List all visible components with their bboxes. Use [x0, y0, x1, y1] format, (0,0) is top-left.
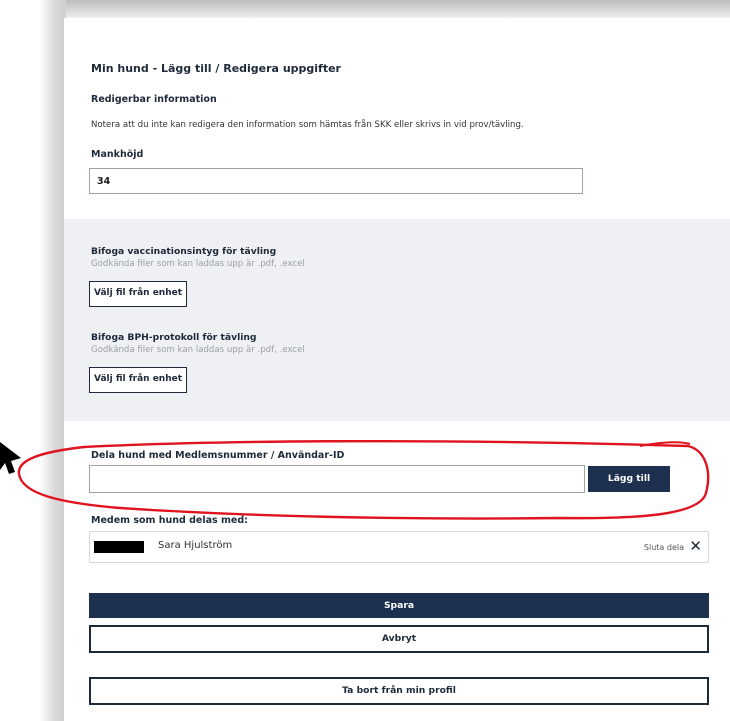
share-label: Dela hund med Medlemsnummer / Användar-I… [91, 450, 345, 461]
cancel-button[interactable]: Avbryt [89, 625, 709, 653]
page-title: Min hund - Lägg till / Redigera uppgifte… [91, 62, 341, 75]
section-title: Redigerbar information [91, 94, 217, 105]
height-input[interactable]: 34 [89, 168, 583, 194]
vaccination-hint: Godkända filer som kan laddas upp är .pd… [91, 259, 305, 269]
member-name: Sara Hjulström [158, 540, 233, 551]
close-icon[interactable]: ✕ [689, 537, 702, 555]
vaccination-title: Bifoga vaccinationsintyg för tävling [91, 246, 277, 257]
shared-member-row: Sara Hjulström Sluta dela ✕ [89, 531, 709, 563]
bph-title: Bifoga BPH-protokoll för tävling [91, 332, 257, 343]
window-shadow-left [40, 0, 66, 721]
bph-file-button[interactable]: Välj fil från enhet [89, 367, 187, 393]
remove-from-profile-button[interactable]: Ta bort från min profil [89, 677, 709, 705]
redacted-block [94, 541, 144, 553]
share-id-input[interactable] [89, 465, 585, 493]
bph-hint: Godkända filer som kan laddas upp är .pd… [91, 345, 305, 355]
pointer-arrow-icon [0, 442, 21, 474]
edit-note: Notera att du inte kan redigera den info… [91, 120, 524, 130]
stop-sharing-link[interactable]: Sluta dela [644, 543, 684, 552]
add-share-button[interactable]: Lägg till [588, 466, 670, 492]
height-label: Mankhöjd [91, 149, 144, 160]
save-button[interactable]: Spara [89, 593, 709, 618]
members-label: Medem som hund delas med: [91, 515, 248, 526]
vaccination-file-button[interactable]: Välj fil från enhet [89, 281, 187, 307]
